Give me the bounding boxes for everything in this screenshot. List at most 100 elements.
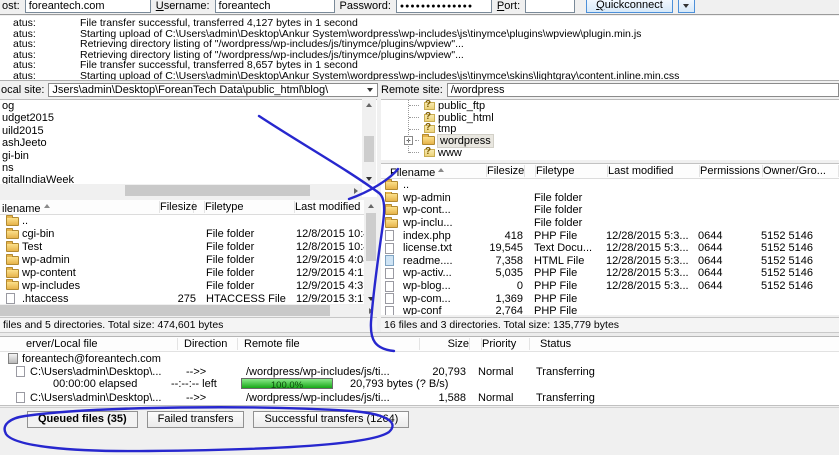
- local-tree-item[interactable]: ashJeeto: [0, 137, 377, 149]
- remote-site-path: /wordpress: [450, 84, 505, 96]
- table-row[interactable]: ..: [0, 215, 377, 228]
- table-row[interactable]: wp-com... 1,369 PHP File: [381, 292, 839, 305]
- file-icon: [385, 305, 394, 315]
- local-tree-item[interactable]: udget2015: [0, 112, 377, 124]
- file-name: wp-com...: [403, 292, 451, 305]
- local-tree-item[interactable]: uild2015: [0, 125, 377, 137]
- local-tree-item[interactable]: ns: [0, 162, 377, 174]
- scroll-right-icon[interactable]: [349, 185, 362, 196]
- local-tree-item[interactable]: og: [0, 100, 377, 112]
- tab-queued-files[interactable]: Queued files (35): [27, 411, 138, 428]
- local-tree-horizontal-scrollbar[interactable]: [0, 184, 362, 197]
- table-row[interactable]: wp-conf 2,764 PHP File: [381, 305, 839, 315]
- password-label: Password:: [339, 0, 391, 12]
- port-input[interactable]: [525, 0, 576, 13]
- table-row[interactable]: index.php 418 PHP File 12/28/2015 5:3...…: [381, 229, 839, 242]
- column-header-owner[interactable]: Owner/Gro...: [763, 165, 839, 177]
- queue-server-row[interactable]: foreantech@foreantech.com: [0, 352, 839, 365]
- local-site-bar: ocal site: Jsers\admin\Desktop\ForeanTec…: [0, 83, 378, 97]
- folder-icon: [385, 204, 398, 215]
- local-site-combo[interactable]: Jsers\admin\Desktop\ForeanTech Data\publ…: [48, 83, 378, 97]
- table-row[interactable]: wp-admin File folder 12/9/2015 4:08: [0, 253, 377, 267]
- scroll-down-icon[interactable]: [364, 293, 377, 304]
- local-tree-vertical-scrollbar[interactable]: [362, 99, 376, 184]
- remote-tree-item[interactable]: ? tmp: [381, 122, 839, 135]
- table-row[interactable]: wp-cont... File folder: [381, 204, 839, 217]
- scroll-up-icon[interactable]: [363, 99, 376, 110]
- column-header-filesize[interactable]: Filesize: [160, 201, 197, 213]
- table-row[interactable]: ..: [381, 179, 839, 192]
- tree-connector-line: [408, 100, 409, 153]
- table-row[interactable]: readme.... 7,358 HTML File 12/28/2015 5:…: [381, 255, 839, 268]
- file-name: wp-content: [22, 267, 76, 279]
- table-row[interactable]: wp-content File folder 12/9/2015 4:12: [0, 266, 377, 280]
- host-input[interactable]: foreantech.com: [24, 0, 151, 13]
- column-header-filetype[interactable]: Filetype: [205, 201, 295, 213]
- folder-icon: [6, 253, 19, 265]
- column-header-priority[interactable]: Priority: [482, 338, 530, 350]
- remote-tree-item-selected[interactable]: + wordpress: [381, 133, 839, 148]
- file-name: license.txt: [403, 242, 452, 255]
- quickconnect-dropdown-button[interactable]: [677, 0, 695, 13]
- table-row[interactable]: .htaccess 275 HTACCESS File 12/9/2015 3:…: [0, 292, 377, 304]
- folder-icon: [385, 216, 398, 228]
- scroll-right-icon[interactable]: [364, 305, 377, 316]
- remote-tree-item[interactable]: ? public_ftp: [381, 100, 839, 112]
- queue-transfer-row[interactable]: C:\Users\admin\Desktop\... -->> /wordpre…: [0, 391, 839, 404]
- scrollbar-thumb[interactable]: [0, 305, 330, 316]
- chevron-down-icon[interactable]: [363, 85, 377, 95]
- column-header-modified[interactable]: Last modified: [608, 165, 700, 177]
- remote-status-text: 16 files and 3 directories. Total size: …: [384, 319, 620, 331]
- column-header-local-file[interactable]: erver/Local file: [0, 338, 178, 350]
- scrollbar-thumb[interactable]: [125, 185, 310, 196]
- remote-site-combo[interactable]: /wordpress: [446, 83, 839, 97]
- file-icon: [385, 293, 394, 305]
- local-list-vertical-scrollbar[interactable]: [364, 200, 377, 304]
- table-row[interactable]: wp-activ... 5,035 PHP File 12/28/2015 5:…: [381, 267, 839, 280]
- transfer-size: 20,793: [432, 365, 466, 378]
- file-name: index.php: [403, 229, 451, 242]
- column-header-filename[interactable]: ilename: [2, 201, 160, 214]
- progress-bar: 100.0%: [241, 378, 333, 391]
- local-list-header: ilename Filesize Filetype Last modified: [0, 200, 377, 215]
- scroll-up-icon[interactable]: [364, 200, 377, 211]
- column-header-direction[interactable]: Direction: [178, 338, 238, 350]
- folder-icon: [385, 191, 398, 203]
- log-status-label: atus:: [13, 17, 36, 29]
- html-file-icon: [385, 255, 394, 267]
- queue-transfer-row[interactable]: C:\Users\admin\Desktop\... -->> /wordpre…: [0, 365, 839, 378]
- file-name: ..: [403, 179, 410, 192]
- scroll-down-icon[interactable]: [363, 173, 376, 184]
- username-input[interactable]: foreantech: [214, 0, 335, 13]
- remote-tree-item[interactable]: ? public_html: [381, 111, 839, 124]
- tab-failed-transfers[interactable]: Failed transfers: [146, 411, 245, 428]
- file-icon: [16, 392, 25, 403]
- table-row[interactable]: wp-inclu... File folder: [381, 216, 839, 230]
- column-header-status[interactable]: Status: [530, 338, 839, 350]
- table-row[interactable]: wp-blog... 0 PHP File 12/28/2015 5:3... …: [381, 280, 839, 293]
- table-row[interactable]: wp-admin File folder: [381, 191, 839, 205]
- table-row[interactable]: license.txt 19,545 Text Docu... 12/28/20…: [381, 242, 839, 255]
- table-row[interactable]: cgi-bin File folder 12/8/2015 10:4: [0, 227, 377, 241]
- column-header-filesize[interactable]: Filesize: [487, 165, 525, 177]
- scrollbar-thumb[interactable]: [365, 213, 376, 261]
- column-header-filetype[interactable]: Filetype: [536, 165, 608, 177]
- transfer-local-path: C:\Users\admin\Desktop\...: [30, 365, 162, 378]
- column-header-filename[interactable]: Filename: [390, 165, 487, 178]
- table-row[interactable]: wp-includes File folder 12/9/2015 4:31: [0, 279, 377, 292]
- remote-file-list: Filename Filesize Filetype Last modified…: [381, 163, 839, 315]
- remote-tree-item[interactable]: ? www: [381, 146, 839, 159]
- table-row[interactable]: Test File folder 12/8/2015 10:4: [0, 240, 377, 254]
- quickconnect-button[interactable]: Quickconnect: [586, 0, 673, 13]
- scrollbar-thumb[interactable]: [364, 136, 374, 162]
- column-header-size[interactable]: Size: [420, 338, 470, 350]
- local-list-horizontal-scrollbar[interactable]: [0, 304, 377, 317]
- local-tree-item[interactable]: gi-bin: [0, 150, 377, 162]
- column-header-permissions[interactable]: Permissions: [700, 165, 763, 177]
- file-name: wp-activ...: [403, 267, 452, 280]
- password-input[interactable]: ●●●●●●●●●●●●●●: [395, 0, 492, 13]
- queue-header: erver/Local file Direction Remote file S…: [0, 337, 839, 352]
- local-file-list: ilename Filesize Filetype Last modified …: [0, 200, 377, 304]
- tab-successful-transfers[interactable]: Successful transfers (1264): [253, 411, 410, 428]
- column-header-remote-file[interactable]: Remote file: [238, 338, 420, 350]
